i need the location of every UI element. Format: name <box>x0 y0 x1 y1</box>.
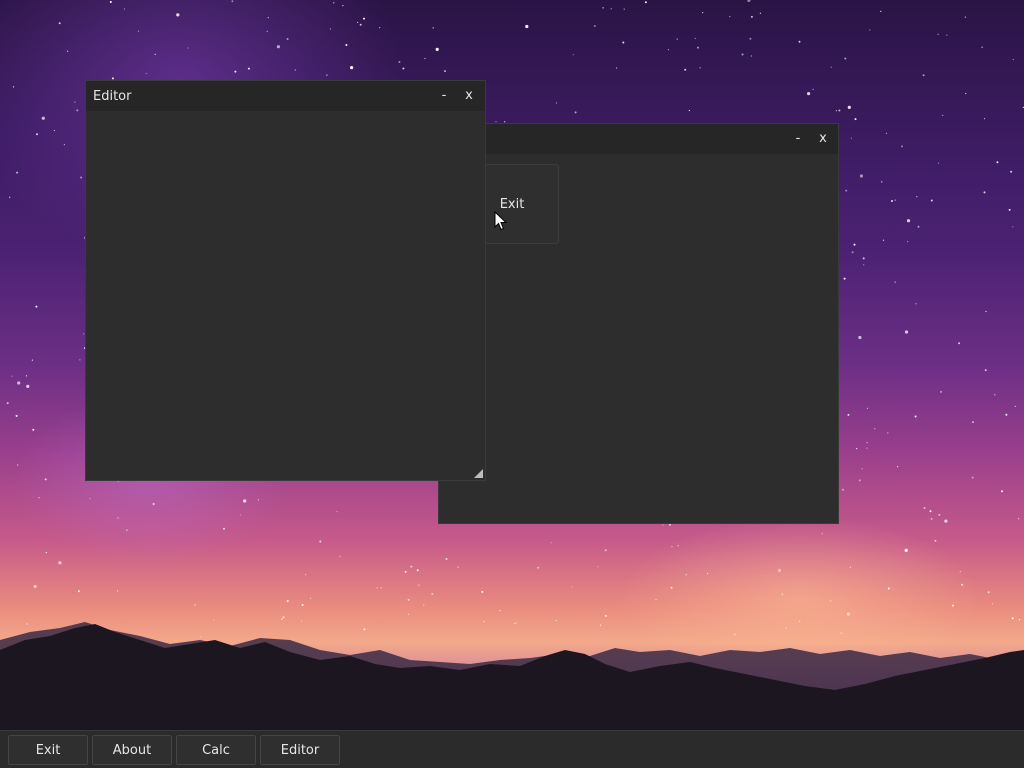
editor-window-title: Editor <box>93 88 132 104</box>
close-button[interactable]: x <box>461 87 477 105</box>
editor-window[interactable]: Editor - x <box>85 80 486 481</box>
background-window[interactable]: - x Exit <box>438 123 839 524</box>
taskbar-about-button[interactable]: About <box>92 735 172 765</box>
mouse-pointer-icon <box>494 211 508 231</box>
taskbar: Exit About Calc Editor <box>0 730 1024 768</box>
minimize-button[interactable]: - <box>436 87 452 105</box>
taskbar-calc-button[interactable]: Calc <box>176 735 256 765</box>
taskbar-exit-button[interactable]: Exit <box>8 735 88 765</box>
taskbar-editor-button[interactable]: Editor <box>260 735 340 765</box>
editor-window-titlebar[interactable]: Editor - x <box>86 81 485 111</box>
minimize-button[interactable]: - <box>790 130 806 148</box>
close-button[interactable]: x <box>815 130 831 148</box>
resize-grip-icon[interactable] <box>474 469 483 478</box>
background-window-titlebar[interactable]: - x <box>439 124 838 154</box>
